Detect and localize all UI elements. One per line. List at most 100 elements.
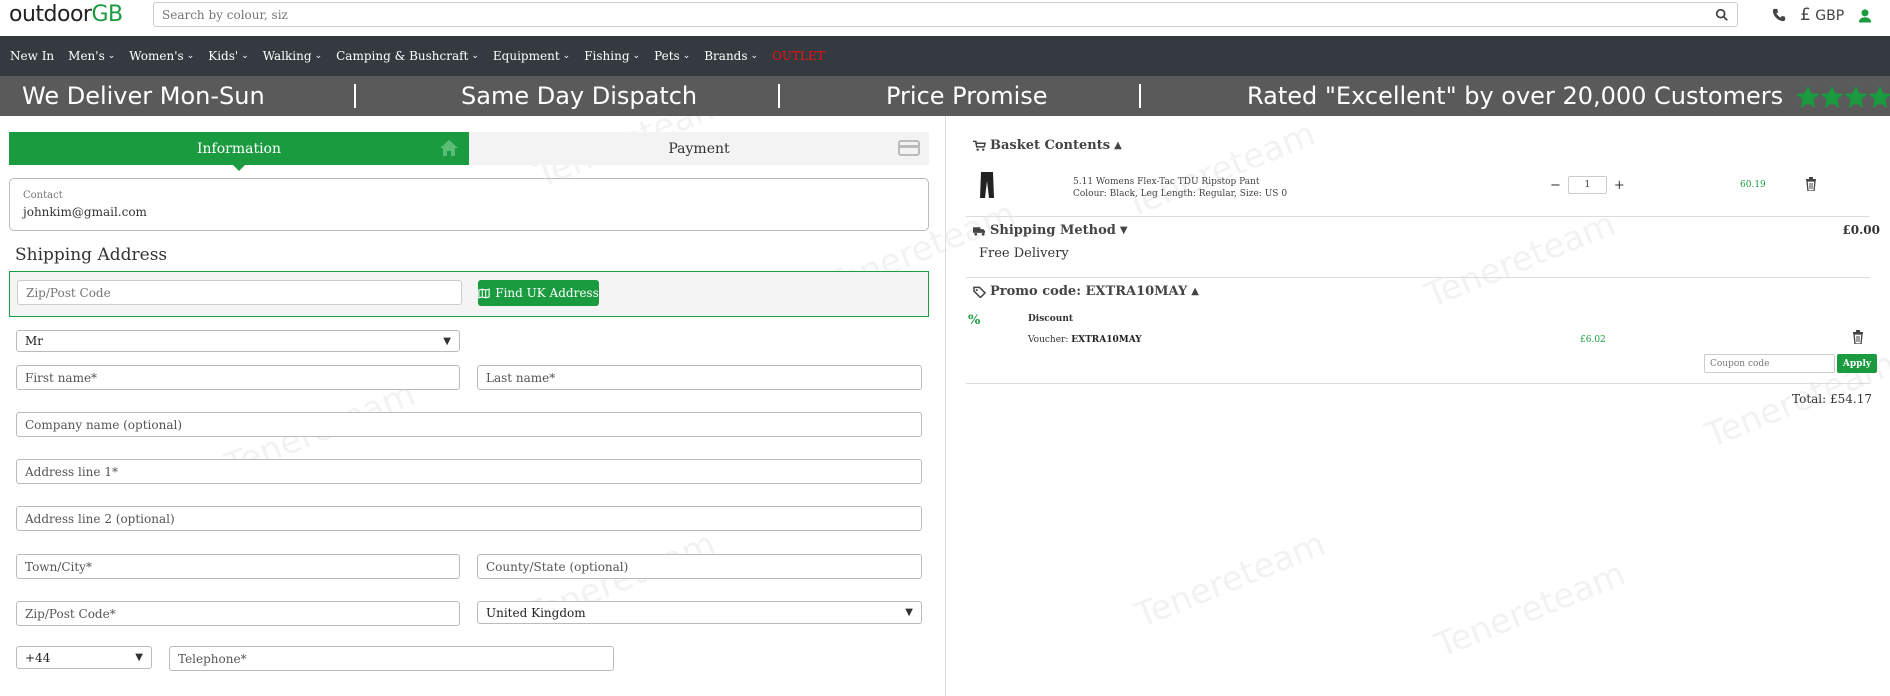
- search-icon[interactable]: [1715, 8, 1729, 22]
- discount-amount: £6.02: [1580, 335, 1606, 345]
- town-input[interactable]: Town/City*: [16, 554, 460, 579]
- apply-coupon-button[interactable]: Apply: [1837, 354, 1877, 373]
- product-options: Colour: Black, Leg Length: Regular, Size…: [1073, 189, 1288, 199]
- postcode-input[interactable]: Zip/Post Code*: [16, 601, 460, 626]
- usp-divider: [354, 84, 356, 108]
- phone-icon[interactable]: [1772, 8, 1786, 22]
- truck-icon: [973, 226, 986, 236]
- top-bar: outdoorGB £ GBP: [0, 0, 1890, 36]
- address-lookup: Find UK Address: [9, 271, 929, 317]
- product-thumbnail[interactable]: [978, 172, 996, 198]
- usp-delivery: We Deliver Mon-Sun: [22, 82, 265, 110]
- nav-item-label: Pets: [654, 49, 680, 63]
- nav-item-label: Women's: [129, 49, 184, 63]
- chevron-down-icon: ⌄: [241, 51, 249, 61]
- quantity-input[interactable]: 1: [1567, 176, 1607, 194]
- country-select[interactable]: United Kingdom ▼: [477, 601, 922, 624]
- nav-item-label: OUTLET: [772, 49, 825, 63]
- site-logo[interactable]: outdoorGB: [9, 2, 123, 27]
- main-nav: New In Men's ⌄ Women's ⌄ Kids' ⌄ Walking ⌄ Campin…: [0, 36, 1890, 76]
- nav-item-men-s[interactable]: Men's ⌄: [68, 49, 115, 63]
- order-summary: Basket Contents ▲ 5.11 Womens Flex-Tac T…: [946, 116, 1890, 696]
- last-name-input[interactable]: Last name*: [477, 365, 922, 390]
- quantity-decrease-button[interactable]: −: [1550, 178, 1561, 193]
- remove-item-icon[interactable]: [1805, 177, 1817, 191]
- address-line1-input[interactable]: Address line 1*: [16, 459, 922, 484]
- nav-item-label: Camping & Bushcraft: [336, 49, 469, 63]
- checkout-form: Information Payment Contact johnkim@gmai…: [0, 116, 945, 696]
- nav-item-outlet[interactable]: OUTLET: [772, 49, 825, 63]
- credit-card-icon: [898, 140, 920, 156]
- star-icon: [1820, 86, 1843, 108]
- address-line2-input[interactable]: Address line 2 (optional): [16, 506, 922, 531]
- usp-price-promise: Price Promise: [886, 82, 1048, 110]
- shipping-address-title: Shipping Address: [15, 245, 168, 265]
- company-input[interactable]: Company name (optional): [16, 412, 922, 437]
- step-payment[interactable]: Payment: [469, 132, 929, 165]
- shipping-cost: £0.00: [1842, 223, 1880, 237]
- promo-code-header[interactable]: Promo code: EXTRA10MAY ▲: [973, 284, 1199, 299]
- nav-item-pets[interactable]: Pets ⌄: [654, 49, 690, 63]
- nav-item-label: Walking: [262, 49, 312, 63]
- discount-title: Discount: [1028, 314, 1074, 324]
- header-actions: £ GBP: [1772, 5, 1872, 25]
- quantity-stepper: − 1 +: [1550, 176, 1625, 194]
- usp-divider: [778, 84, 780, 108]
- nav-item-label: Brands: [704, 49, 748, 63]
- postcode-lookup-input[interactable]: [17, 280, 462, 305]
- nav-item-label: Men's: [68, 49, 105, 63]
- nav-item-brands[interactable]: Brands ⌄: [704, 49, 758, 63]
- find-address-button[interactable]: Find UK Address: [478, 280, 599, 306]
- usp-divider: [1139, 84, 1141, 108]
- usp-dispatch: Same Day Dispatch: [461, 82, 698, 110]
- nav-item-walking[interactable]: Walking ⌄: [263, 49, 322, 63]
- contact-label: Contact: [23, 190, 63, 201]
- search-bar[interactable]: [153, 2, 1738, 27]
- county-input[interactable]: County/State (optional): [477, 554, 922, 579]
- chevron-up-icon: ▲: [1191, 286, 1199, 297]
- nav-item-label: Kids': [208, 49, 239, 63]
- contact-value: johnkim@gmail.com: [23, 205, 147, 219]
- quantity-increase-button[interactable]: +: [1614, 178, 1625, 193]
- chevron-down-icon: ▼: [443, 335, 451, 347]
- nav-item-label: New In: [10, 49, 55, 63]
- title-select[interactable]: Mr ▼: [16, 330, 460, 352]
- nav-item-label: Fishing: [584, 49, 630, 63]
- chevron-up-icon: ▲: [1114, 140, 1122, 151]
- nav-item-women-s[interactable]: Women's ⌄: [129, 49, 194, 63]
- chevron-down-icon: ⌄: [314, 51, 323, 61]
- chevron-down-icon: ⌄: [186, 51, 195, 61]
- remove-voucher-icon[interactable]: [1852, 330, 1864, 344]
- chevron-down-icon: ▼: [1119, 225, 1128, 236]
- product-name[interactable]: 5.11 Womens Flex-Tac TDU Ripstop Pant: [1073, 176, 1287, 188]
- divider: [966, 277, 1870, 278]
- search-input[interactable]: [162, 7, 1715, 22]
- nav-item-label: Equipment: [492, 49, 560, 63]
- chevron-down-icon: ⌄: [632, 51, 641, 61]
- cart-icon: [973, 140, 986, 151]
- nav-item-fishing[interactable]: Fishing ⌄: [584, 49, 640, 63]
- nav-item-new-in[interactable]: New In: [10, 49, 54, 63]
- telephone-input[interactable]: Telephone*: [169, 646, 614, 671]
- nav-item-camping-bushcraft[interactable]: Camping & Bushcraft ⌄: [336, 49, 479, 63]
- dial-code-select[interactable]: +44 ▼: [16, 646, 152, 669]
- basket-contents-header[interactable]: Basket Contents ▲: [973, 138, 1122, 153]
- shipping-option[interactable]: Free Delivery: [979, 246, 1069, 261]
- usp-rating: Rated "Excellent" by over 20,000 Custome…: [1247, 82, 1890, 110]
- first-name-input[interactable]: First name*: [16, 365, 460, 390]
- chevron-down-icon: ⌄: [471, 51, 479, 61]
- currency-selector[interactable]: £ GBP: [1800, 5, 1844, 25]
- divider: [966, 383, 1870, 384]
- contact-field[interactable]: Contact johnkim@gmail.com: [9, 178, 929, 231]
- nav-item-kids[interactable]: Kids' ⌄: [208, 49, 249, 63]
- coupon-code-input[interactable]: Coupon code: [1704, 354, 1835, 373]
- chevron-down-icon: ⌄: [562, 51, 571, 61]
- rating-stars: [1796, 86, 1890, 108]
- shipping-method-header[interactable]: Shipping Method ▼: [973, 223, 1128, 238]
- account-icon[interactable]: [1858, 8, 1872, 23]
- step-information[interactable]: Information: [9, 132, 469, 171]
- chevron-down-icon: ▼: [135, 652, 143, 663]
- star-icon: [1868, 86, 1890, 108]
- chevron-down-icon: ⌄: [107, 51, 116, 61]
- nav-item-equipment[interactable]: Equipment ⌄: [493, 49, 570, 63]
